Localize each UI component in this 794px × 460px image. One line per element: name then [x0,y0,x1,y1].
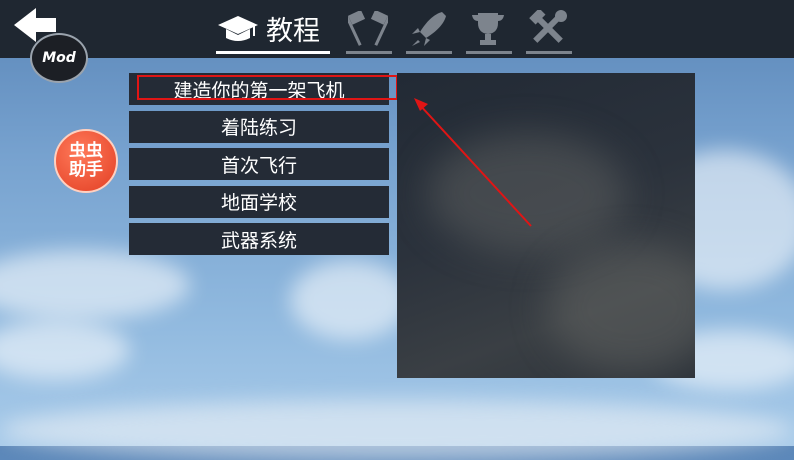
tutorial-menu: 建造你的第一架飞机 着陆练习 首次飞行 地面学校 武器系统 [129,73,389,261]
menu-item-landing-practice[interactable]: 着陆练习 [129,110,389,143]
tab-tools[interactable] [526,6,572,54]
preview-haze [547,243,695,373]
cloud [0,400,794,460]
cloud [0,250,190,320]
menu-item-first-flight[interactable]: 首次飞行 [129,148,389,180]
tab-tutorial[interactable]: 教程 [216,6,330,54]
cloud [0,320,130,380]
menu-item-weapon-systems[interactable]: 武器系统 [129,223,389,255]
preview-haze [427,133,627,253]
tab-tutorial-label: 教程 [266,16,320,47]
rocket-icon [406,9,450,49]
trophy-icon [466,9,510,49]
helper-badge[interactable]: 虫虫 助手 [54,129,118,193]
tab-achievements[interactable] [466,6,512,54]
tab-missions[interactable] [346,6,392,54]
menu-item-build-first-plane[interactable]: 建造你的第一架飞机 [129,73,389,105]
tab-rockets[interactable] [406,6,452,54]
mod-badge[interactable]: Mod [30,33,88,83]
cloud [290,260,410,340]
crossed-flags-icon [346,9,390,49]
graduation-cap-icon [216,9,260,49]
preview-panel [397,73,695,378]
top-bar: 教程 [0,0,794,58]
tools-icon [526,9,570,49]
menu-item-ground-school[interactable]: 地面学校 [129,185,389,218]
